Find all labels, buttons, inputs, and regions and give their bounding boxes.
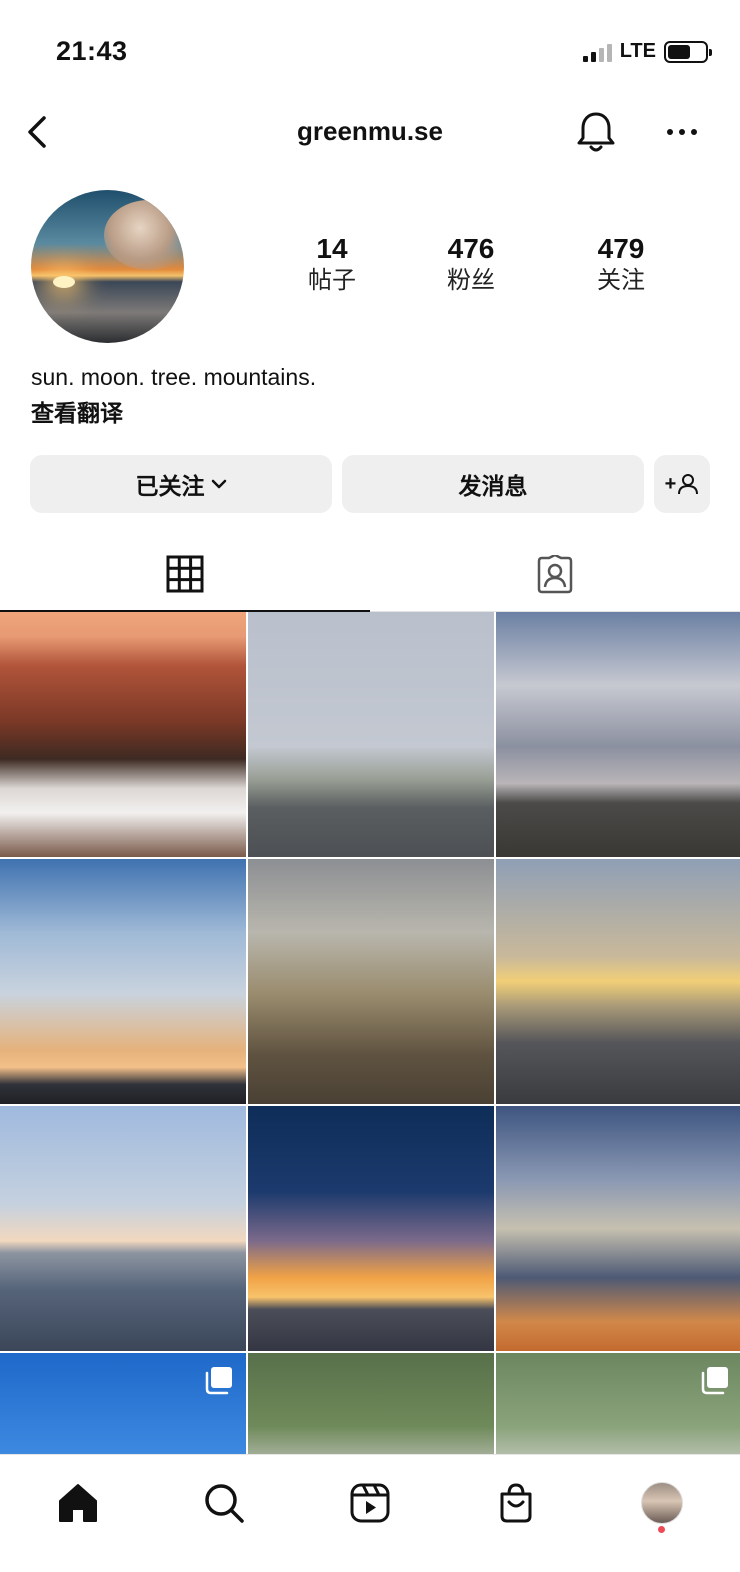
profile-bio: sun. moon. tree. mountains. xyxy=(31,364,317,390)
battery-fill xyxy=(668,44,690,59)
network-label: LTE xyxy=(619,40,656,62)
post-thumbnail[interactable] xyxy=(248,1353,494,1454)
nav-home[interactable] xyxy=(50,1475,106,1531)
chevron-down-icon xyxy=(211,479,226,489)
grid-icon xyxy=(166,555,204,593)
posts-grid xyxy=(0,612,740,1454)
stat-number: 14 xyxy=(316,233,348,264)
stat-number: 479 xyxy=(597,233,645,264)
nav-profile[interactable] xyxy=(634,1475,690,1531)
stat-label: 关注 xyxy=(597,267,645,294)
status-time: 21:43 xyxy=(56,36,128,66)
nav-reels[interactable] xyxy=(342,1475,398,1531)
profile-avatar-small xyxy=(641,1482,683,1524)
tagged-icon xyxy=(537,554,573,593)
post-thumbnail[interactable] xyxy=(496,859,740,1104)
add-user-plus: + xyxy=(664,472,677,495)
see-translation-link[interactable]: 查看翻译 xyxy=(31,394,123,428)
notification-dot xyxy=(658,1526,665,1533)
profile-username: greenmu.se xyxy=(297,116,443,146)
post-thumbnail[interactable] xyxy=(248,612,494,857)
bottom-navigation xyxy=(0,1454,740,1572)
post-thumbnail[interactable] xyxy=(496,612,740,857)
post-thumbnail[interactable] xyxy=(0,1353,246,1454)
status-indicators: LTE xyxy=(582,40,712,63)
profile-tabs xyxy=(0,538,740,612)
post-thumbnail[interactable] xyxy=(0,612,246,857)
post-thumbnail[interactable] xyxy=(0,1106,246,1351)
shop-icon xyxy=(500,1483,532,1523)
nav-shop[interactable] xyxy=(488,1475,544,1531)
stat-label: 帖子 xyxy=(308,267,356,294)
tab-posts-grid[interactable] xyxy=(0,538,370,612)
stat-posts[interactable]: 14 帖子 xyxy=(272,232,392,296)
profile-header: greenmu.se xyxy=(0,100,740,164)
profile-stats: 14 帖子 476 粉丝 479 关注 xyxy=(0,232,740,302)
stat-number: 476 xyxy=(447,233,495,264)
profile-actions: 已关注 发消息 + xyxy=(30,455,710,513)
home-icon xyxy=(59,1484,97,1522)
status-bar: 21:43 LTE xyxy=(0,0,740,100)
post-thumbnail[interactable] xyxy=(496,1106,740,1351)
bell-icon[interactable] xyxy=(574,108,618,156)
post-thumbnail[interactable] xyxy=(248,859,494,1104)
battery-icon xyxy=(664,40,712,63)
add-user-button[interactable]: + xyxy=(654,455,710,513)
more-icon[interactable] xyxy=(662,112,702,152)
message-button[interactable]: 发消息 xyxy=(342,455,644,513)
search-icon xyxy=(205,1484,244,1523)
stat-following[interactable]: 479 关注 xyxy=(561,232,681,296)
multiple-photos-icon xyxy=(701,1367,728,1395)
tab-tagged[interactable] xyxy=(370,538,740,612)
following-label: 已关注 xyxy=(135,473,205,499)
person-icon xyxy=(678,474,699,495)
post-thumbnail[interactable] xyxy=(0,859,246,1104)
signal-icon xyxy=(582,42,612,62)
following-button[interactable]: 已关注 xyxy=(30,455,332,513)
multiple-photos-icon xyxy=(205,1367,232,1395)
stat-followers[interactable]: 476 粉丝 xyxy=(411,232,531,296)
stat-label: 粉丝 xyxy=(447,267,495,294)
reels-icon xyxy=(350,1483,390,1523)
post-thumbnail[interactable] xyxy=(248,1106,494,1351)
nav-search[interactable] xyxy=(196,1475,252,1531)
post-thumbnail[interactable] xyxy=(496,1353,740,1454)
